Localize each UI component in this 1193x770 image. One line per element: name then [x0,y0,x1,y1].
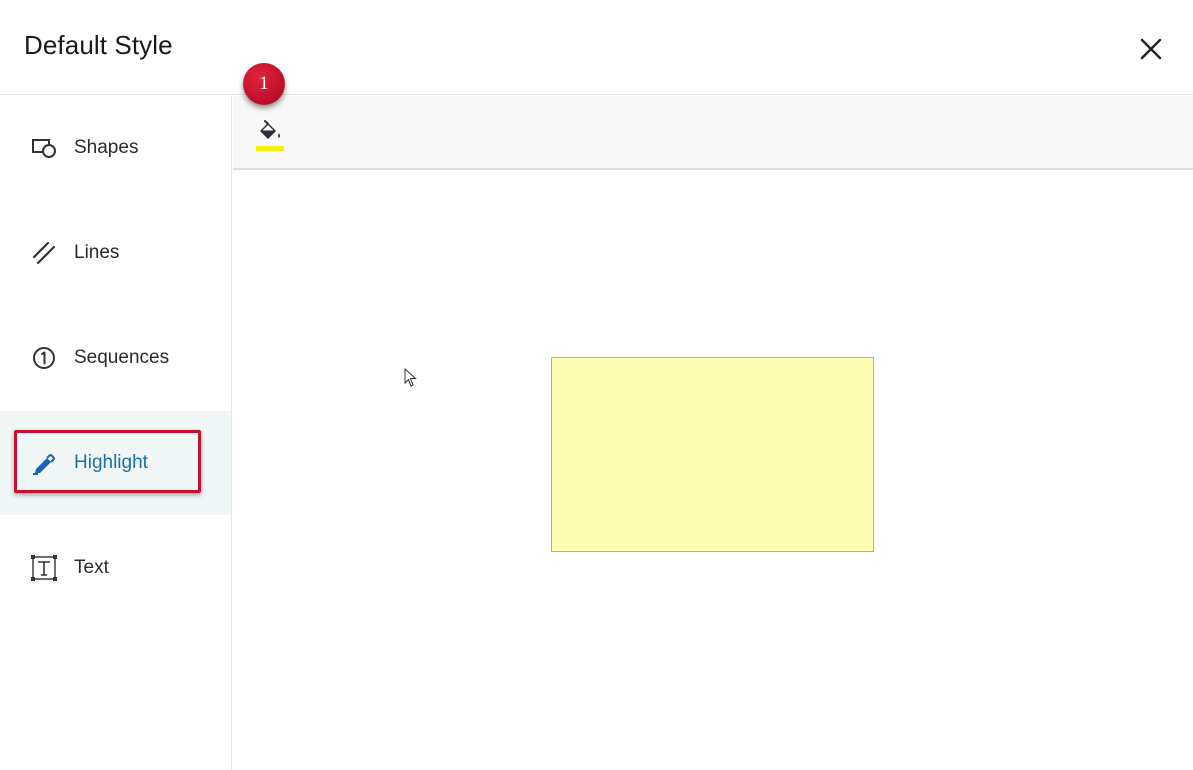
default-style-dialog: Default Style Shapes Lines Sequences Hig… [0,0,1193,770]
dialog-header: Default Style [0,0,1193,95]
highlighter-pen-icon [33,454,55,475]
style-category-sidebar: Shapes Lines Sequences Highlight Text [0,96,232,770]
sidebar-item-label: Highlight [74,452,148,473]
sidebar-item-label: Lines [74,242,120,263]
sidebar-item-label: Text [74,557,109,578]
lines-icon [32,241,56,265]
sidebar-item-label: Shapes [74,137,139,158]
close-icon [1140,38,1162,60]
sidebar-item-sequences[interactable]: Sequences [0,306,231,410]
sidebar-item-highlight[interactable]: Highlight [0,411,231,515]
preview-canvas [233,171,1193,770]
fill-color-button[interactable] [252,116,292,156]
highlight-preview-box[interactable] [551,357,874,552]
annotation-step-badge: 1 [243,63,285,105]
text-box-icon [31,555,57,581]
sidebar-item-lines[interactable]: Lines [0,201,231,305]
mouse-cursor-icon [404,368,417,387]
paint-bucket-icon [260,120,280,139]
style-toolbar [233,96,1193,170]
sidebar-item-label: Sequences [74,347,170,368]
dialog-title: Default Style [24,30,173,60]
sidebar-item-text[interactable]: Text [0,516,231,620]
sequence-number-icon [33,347,55,369]
close-button[interactable] [1132,30,1170,68]
fill-color-swatch [256,146,284,151]
sidebar-item-shapes[interactable]: Shapes [0,96,231,200]
shapes-icon [32,139,56,158]
